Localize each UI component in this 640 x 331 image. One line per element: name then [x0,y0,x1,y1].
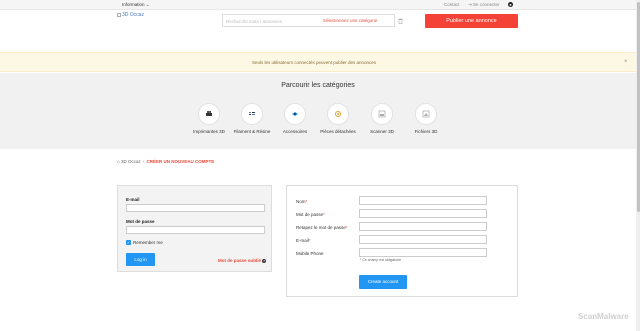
forgot-password-link[interactable]: Mot de passe oublié? [218,258,267,263]
register-label-phone: Mobile Phone [296,251,324,256]
information-label: Information [122,2,145,7]
breadcrumb-home[interactable]: 3D Occaz [121,159,141,164]
register-form: Nom* Mot de passe* Retapez le mot de pas… [286,185,518,297]
create-account-button[interactable]: Create account [359,275,407,289]
user-icon[interactable]: ● [508,2,513,7]
forgot-password-label: Mot de passe oublié [218,258,262,263]
chevron-down-icon: ⌄ [145,2,150,7]
register-phone-field[interactable] [359,248,487,257]
category-label: Fichiers 3D [414,129,438,134]
register-email-field[interactable] [359,235,487,244]
publish-ad-button[interactable]: Publier une annonce [425,14,518,28]
top-bar: Information ⌄ Contact ⇥ Se connecter ● [0,0,636,10]
register-name-field[interactable] [359,196,487,205]
contact-link[interactable]: Contact [444,2,460,7]
close-icon[interactable]: × [624,59,628,65]
alert-message: Seuls les utilisateurs connectés peuvent… [251,60,377,65]
register-confirm-field[interactable] [359,222,487,231]
required-note: * Ce champ est obligatoire [360,258,402,262]
sign-in-icon: ⇥ [468,2,472,7]
accessories-icon [292,112,298,116]
categories-title: Parcourir les catégories [281,82,355,89]
remember-label: Remember me [133,240,163,245]
question-icon: ? [262,259,267,263]
login-form: E-mail Mot de passe ✓ Remember me Log in… [117,185,272,272]
alert-banner: Seuls les utilisateurs connectés peuvent… [0,52,636,72]
category-item-files[interactable]: Fichiers 3D [396,103,456,134]
scrollbar[interactable] [636,0,640,331]
search-bar: Sélectionnez une catégorie [222,14,395,27]
login-label: Se connecter [473,2,500,7]
scrollbar-thumb[interactable] [636,2,640,212]
login-password-field[interactable] [126,226,265,234]
register-label-email: E-mail* [296,238,311,243]
home-icon[interactable]: ⌂ [117,159,120,164]
filament-icon [249,112,255,115]
logo-alt-text: 3D Occaz [122,12,144,18]
register-label-name: Nom* [296,199,308,204]
printer-icon [206,111,212,116]
login-button[interactable]: Log in [126,253,155,266]
breadcrumb-current: CRÉER UN NOUVEAU COMPTE [146,159,215,164]
password-label: Mot de passe [126,219,155,224]
parts-icon [335,111,341,117]
files-icon [422,110,430,118]
register-label-password: Mot de passe* [296,212,325,217]
login-link[interactable]: ⇥ Se connecter [468,2,500,8]
information-menu[interactable]: Information ⌄ [122,2,150,8]
scanner-icon [378,110,386,118]
login-email-field[interactable] [126,204,265,212]
watermark: ScanMalware [578,312,629,321]
search-input[interactable] [226,17,316,25]
trash-icon[interactable] [398,18,403,24]
email-label: E-mail [126,197,140,202]
breadcrumb: ⌂ 3D Occaz / CRÉER UN NOUVEAU COMPTE [117,159,214,164]
breadcrumb-separator: / [143,159,145,164]
register-password-field[interactable] [359,209,487,218]
register-label-confirm: Retapez le mot de passe* [296,225,348,230]
categories-section: Parcourir les catégories Imprimantes 3D … [0,73,636,149]
category-select[interactable]: Sélectionnez une catégorie [323,18,377,23]
broken-image-icon [117,12,121,17]
remember-checkbox[interactable]: ✓ [126,240,131,245]
site-logo[interactable]: 3D Occaz [117,12,144,18]
